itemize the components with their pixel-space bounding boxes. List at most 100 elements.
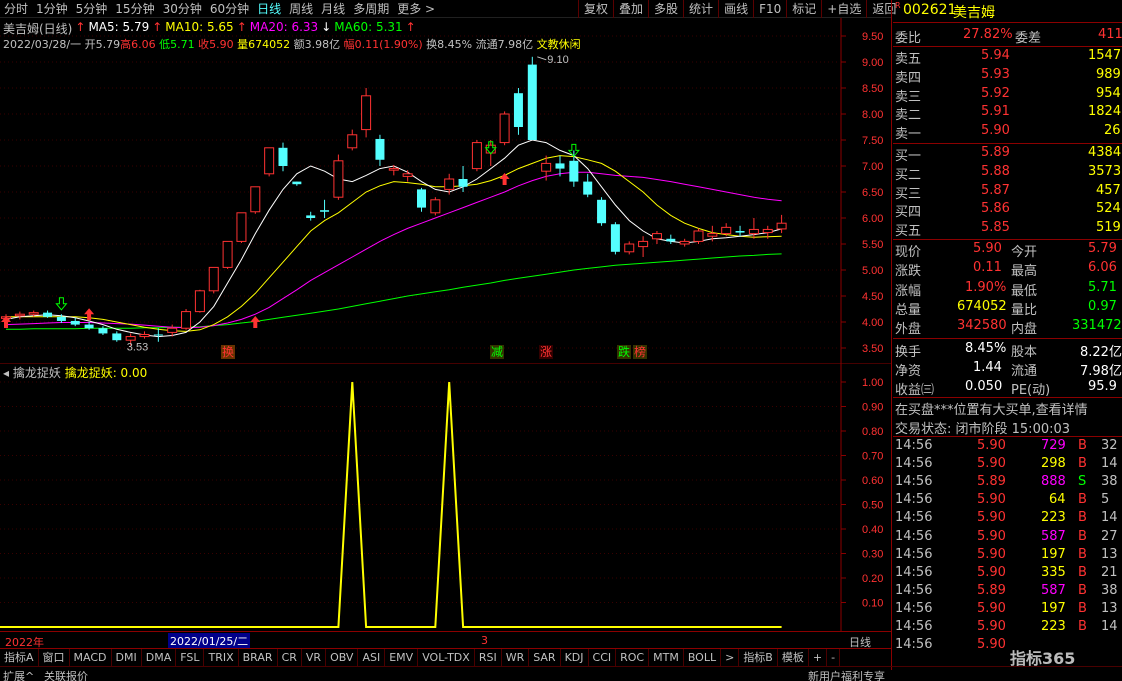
indicator-tab[interactable]: CR — [278, 649, 302, 666]
indicator-tab[interactable]: VOL-TDX — [418, 649, 475, 666]
candle-body — [471, 142, 482, 170]
event-marker[interactable]: 换 — [222, 345, 234, 359]
tick-side: B — [1078, 619, 1087, 634]
indicator-tab[interactable]: EMV — [385, 649, 419, 666]
toolbar-button[interactable]: 叠加 — [613, 0, 648, 18]
indicator-tab[interactable]: BOLL — [684, 649, 722, 666]
indicator-tick-label: 0.70 — [862, 451, 883, 463]
indicator-tab[interactable]: DMI — [112, 649, 142, 666]
ask-volume: 1824 — [1088, 104, 1122, 120]
up-arrow-icon: ↑ — [152, 20, 163, 34]
period-tab[interactable]: 多周期 — [349, 0, 393, 17]
event-marker[interactable]: 涨 — [540, 344, 552, 359]
ask-label: 卖二 — [895, 108, 922, 124]
toolbar-button[interactable]: 画线 — [718, 0, 753, 18]
stat-label2: 量比 — [1011, 302, 1038, 318]
indicator-tab[interactable]: RSI — [475, 649, 502, 666]
tick-count: 27 — [1101, 528, 1118, 544]
ask-price: 5.91 — [981, 104, 1010, 120]
indicator-tab[interactable]: MTM — [649, 649, 684, 666]
candle-body — [236, 212, 247, 242]
related-quote-button[interactable]: 关联报价 — [44, 668, 88, 681]
indicator-tab[interactable]: DMA — [142, 649, 177, 666]
event-marker[interactable]: 减 — [491, 345, 503, 359]
period-tab[interactable]: 分时 — [0, 0, 32, 17]
bid-row: 买四 5.86 524 — [893, 201, 1122, 220]
indicator-tab[interactable]: KDJ — [561, 649, 589, 666]
candle-body — [513, 93, 523, 127]
tick-row: 14:56 5.90 223 B 14 — [893, 510, 1122, 529]
indicator-tab[interactable]: ROC — [616, 649, 650, 666]
tick-price: 5.89 — [977, 582, 1006, 598]
indicator-tab[interactable]: 窗口 — [39, 649, 70, 666]
ma5-label: MA5: 5.79 — [88, 20, 150, 34]
toolbar-button[interactable]: 多股 — [648, 0, 683, 18]
period-tab[interactable]: 15分钟 — [111, 0, 158, 17]
tick-row: 14:56 5.90 587 B 27 — [893, 529, 1122, 548]
candle-body — [208, 266, 219, 292]
indicator-tab[interactable]: 模板 — [778, 649, 809, 666]
indicator-chart[interactable]: 1.00 0.90 0.80 0.70 0.60 0.50 0.40 0.30 0.20 0.10 — [0, 363, 891, 631]
period-tab[interactable]: 1分钟 — [32, 0, 72, 17]
ask-row: 卖五 5.94 1547 — [893, 48, 1122, 67]
kline-chart[interactable]: 9.50 9.00 8.50 8.00 7.50 7.00 6.50 6.00 5.50 5.00… — [0, 18, 891, 363]
candle-body — [320, 210, 330, 212]
stat-label: 涨跌 — [895, 264, 922, 280]
ask-volume: 954 — [1096, 85, 1121, 101]
period-tab[interactable]: 日线 — [253, 0, 285, 17]
event-marker[interactable]: 跌 — [618, 344, 630, 359]
indicator-tab[interactable]: 指标B — [739, 649, 778, 666]
period-tab[interactable]: 更多 > — [393, 0, 439, 17]
period-tab[interactable]: 月线 — [317, 0, 349, 17]
expand-button[interactable]: 扩展^ — [3, 668, 34, 681]
candle-body — [735, 231, 745, 233]
stat-row: 涨幅 1.90% 最低 5.71 — [893, 280, 1122, 299]
indicator-tab[interactable]: > — [721, 649, 740, 666]
tick-side: B — [1078, 492, 1087, 508]
indicator-tab[interactable]: SAR — [529, 649, 561, 666]
tick-time: 14:56 — [895, 510, 933, 526]
indicator-tab[interactable]: CCI — [589, 649, 617, 666]
new-user-welfare-link[interactable]: 新用户福利专享 — [808, 668, 885, 681]
indicator-tab[interactable]: OBV — [326, 649, 359, 666]
indicator-tick-label: 0.50 — [862, 500, 883, 512]
candle-body — [84, 324, 94, 329]
indicator-tab[interactable]: 指标A — [0, 649, 39, 666]
indicator-tab[interactable]: ASI — [358, 649, 386, 666]
ask-row: 卖三 5.92 954 — [893, 86, 1122, 105]
stat-value2: 331472 — [1072, 318, 1122, 334]
tick-row: 14:56 5.90 298 B 14 — [893, 456, 1122, 475]
bid-volume: 524 — [1096, 201, 1121, 217]
stat-row: 外盘 342580 内盘 331472 — [893, 318, 1122, 337]
period-tab[interactable]: 周线 — [285, 0, 317, 17]
indicator-tab[interactable]: BRAR — [239, 649, 278, 666]
price-tick-label: 8.00 — [862, 109, 883, 121]
event-marker[interactable]: 榜 — [634, 344, 646, 359]
indicator-tick-label: 1.00 — [862, 377, 883, 389]
big-order-notice[interactable]: 在买盘***位置有大买单,查看详情 — [895, 399, 1088, 418]
indicator-value: 擒龙捉妖: 0.00 — [64, 366, 148, 380]
toolbar-button[interactable]: 标记 — [786, 0, 821, 18]
toolbar-button[interactable]: +自选 — [821, 0, 866, 18]
indicator-tab[interactable]: TRIX — [204, 649, 239, 666]
toolbar-button[interactable]: 统计 — [683, 0, 718, 18]
bid-volume: 457 — [1096, 182, 1121, 198]
bid-label: 买二 — [895, 167, 922, 183]
turnover-text: 换8.45% — [426, 38, 473, 51]
indicator-tab[interactable]: VR — [302, 649, 327, 666]
indicator-tab[interactable]: FSL — [176, 649, 205, 666]
indicator-tab[interactable]: WR — [502, 649, 530, 666]
candle-body — [125, 336, 136, 341]
toolbar-button[interactable]: F10 — [753, 0, 786, 18]
period-tab[interactable]: 5分钟 — [72, 0, 112, 17]
indicator-tab[interactable]: - — [827, 649, 841, 666]
indicator-tab[interactable]: MACD — [70, 649, 112, 666]
period-tab[interactable]: 60分钟 — [206, 0, 253, 17]
indicator-tab[interactable]: + — [809, 649, 828, 666]
period-tab[interactable]: 30分钟 — [159, 0, 206, 17]
tick-row: 14:56 5.90 64 B 5 — [893, 492, 1122, 511]
stat-row: 现价 5.90 今开 5.79 — [893, 241, 1122, 260]
toolbar-button[interactable]: 复权 — [578, 0, 613, 18]
tick-volume: 335 — [1041, 564, 1066, 580]
expand-icon[interactable]: ◂ — [3, 366, 9, 380]
